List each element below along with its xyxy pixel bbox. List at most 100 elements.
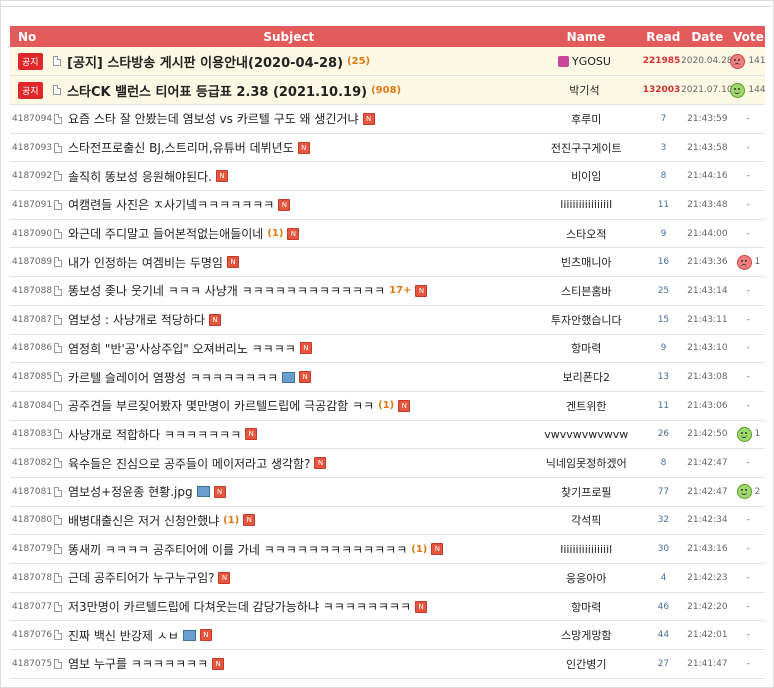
author-name[interactable]: 각석픽	[529, 512, 644, 528]
post-title[interactable]: 염보 누구를 ㅋㅋㅋㅋㅋㅋㅋ	[68, 655, 208, 672]
post-title[interactable]: 스타전프로출신 BJ,스트리머,유튜버 데뷔년도	[68, 139, 294, 156]
post-subject[interactable]: 진짜 백신 반강제 ㅅㅂ N	[50, 627, 529, 644]
post-row[interactable]: 4187077 저3만명이 카르텔드립에 다쳐웃는데 감당가능하냐 ㅋㅋㅋㅋㅋㅋㅋ…	[10, 593, 765, 622]
post-row[interactable]: 4187094 요즘 스타 잘 안봤는데 염보성 vs 카르텔 구도 왜 생긴거냐…	[10, 105, 765, 134]
post-subject[interactable]: 똥새끼 ㅋㅋㅋㅋ 공주티어에 이를 가네 ㅋㅋㅋㅋㅋㅋㅋㅋㅋㅋㅋㅋㅋ (1) N	[50, 541, 529, 558]
post-subject[interactable]: 요즘 스타 잘 안봤는데 염보성 vs 카르텔 구도 왜 생긴거냐 N	[50, 110, 529, 127]
comment-count[interactable]: (1)	[378, 400, 394, 411]
notice-subject[interactable]: [공지] 스타방송 게시판 이용안내(2020-04-28) (25)	[49, 52, 527, 71]
post-title[interactable]: 염보성+정윤종 현황.jpg	[68, 483, 193, 500]
post-row[interactable]: 4187076 진짜 백신 반강제 ㅅㅂ N 스망게망함 44 21:42:01 -	[10, 621, 765, 651]
post-title[interactable]: 똥보성 좆나 웃기네 ㅋㅋㅋ 사냥개 ㅋㅋㅋㅋㅋㅋㅋㅋㅋㅋㅋㅋㅋ	[68, 282, 385, 299]
post-row[interactable]: 4187089 내가 인정하는 여겜비는 두명임 N 빈츠매니아 16 21:43:36 1	[10, 248, 765, 278]
comment-count[interactable]: 17+	[389, 285, 411, 296]
author-name[interactable]: 응응아아	[529, 570, 644, 586]
author-name[interactable]: YGOSU	[527, 55, 642, 68]
post-row[interactable]: 4187084 공주견들 부르짖어봤자 몇만명이 카르텔드립에 극공감함 ㅋㅋ (1…	[10, 392, 765, 421]
header-no[interactable]: No	[10, 30, 49, 44]
author-name[interactable]: liiiiiiiiiiiiiiil	[529, 543, 644, 556]
post-subject[interactable]: 사냥개로 적합하다 ㅋㅋㅋㅋㅋㅋㅋ N	[50, 426, 529, 443]
author-name[interactable]: 겐트위한	[529, 398, 644, 414]
post-subject[interactable]: 배병대출신은 저거 신청안했냐 (1) N	[50, 512, 529, 529]
notice-title[interactable]: 스타CK 밸런스 티어표 등급표 2.38 (2021.10.19)	[67, 81, 367, 100]
post-title[interactable]: 여캠련들 사진은 ㅈ사기넼ㅋㅋㅋㅋㅋㅋㅋ	[68, 196, 274, 213]
comment-count[interactable]: (25)	[347, 56, 370, 67]
author-name[interactable]: 박기석	[527, 82, 642, 98]
post-title[interactable]: 내가 인정하는 여겜비는 두명임	[68, 254, 223, 271]
author-name[interactable]: 빈츠매니아	[529, 254, 644, 270]
post-title[interactable]: 근데 공주티어가 누구누구임?	[68, 569, 214, 586]
post-row[interactable]: 4187087 염보성 : 사냥개로 적당하다 N 투자안했습니다 15 21:43:11…	[10, 306, 765, 335]
post-title[interactable]: 와근데 주디말고 들어본적없는애들이네	[68, 225, 263, 242]
post-row[interactable]: 4187080 배병대출신은 저거 신청안했냐 (1) N 각석픽 32 21:42:34 -	[10, 507, 765, 536]
author-name[interactable]: 인간병기	[529, 656, 644, 672]
author-name[interactable]: 스타오적	[529, 226, 644, 242]
comment-count[interactable]: (1)	[267, 228, 283, 239]
post-row[interactable]: 4187092 솔직히 똥보성 응원해야된다. N 비이임 8 21:44:16-	[10, 162, 765, 192]
post-row[interactable]: 4187083 사냥개로 적합하다 ㅋㅋㅋㅋㅋㅋㅋ Nvwvvwvwvwvw 26 21…	[10, 421, 765, 450]
post-row[interactable]: 4187090 와근데 주디말고 들어본적없는애들이네 (1) N 스타오적 9 21:44…	[10, 220, 765, 249]
author-name[interactable]: 찾기프로필	[529, 484, 644, 500]
post-row[interactable]: 4187078 근데 공주티어가 누구누구임? N 응응아아 4 21:42:23 -	[10, 564, 765, 593]
post-row[interactable]: 4187079 똥새끼 ㅋㅋㅋㅋ 공주티어에 이를 가네 ㅋㅋㅋㅋㅋㅋㅋㅋㅋㅋㅋㅋ…	[10, 535, 765, 564]
author-name[interactable]: 스티븐홈바	[529, 283, 644, 299]
post-subject[interactable]: 공주견들 부르짖어봤자 몇만명이 카르텔드립에 극공감함 ㅋㅋ (1) N	[50, 397, 529, 414]
post-subject[interactable]: 솔직히 똥보성 응원해야된다. N	[50, 168, 529, 185]
post-row[interactable]: 4187081 염보성+정윤종 현황.jpg N 찾기프로필 77 21:42:47 2	[10, 478, 765, 507]
post-title[interactable]: 배병대출신은 저거 신청안했냐	[68, 512, 219, 529]
post-subject[interactable]: 스타전프로출신 BJ,스트리머,유튜버 데뷔년도 N	[50, 139, 529, 156]
post-row[interactable]: 4187088 똥보성 좆나 웃기네 ㅋㅋㅋ 사냥개 ㅋㅋㅋㅋㅋㅋㅋㅋㅋㅋㅋㅋㅋ 1…	[10, 277, 765, 306]
author-name[interactable]: 항마력	[529, 340, 644, 356]
author-name[interactable]: 보리폰다2	[529, 369, 644, 385]
post-row[interactable]: 4187075 염보 누구를 ㅋㅋㅋㅋㅋㅋㅋ N 인간병기 27 21:41:47 -	[10, 650, 765, 679]
post-title[interactable]: 솔직히 똥보성 응원해야된다.	[68, 168, 212, 185]
header-vote[interactable]: Vote	[732, 30, 765, 44]
author-name-text[interactable]: 박기석	[569, 82, 599, 98]
post-title[interactable]: 요즘 스타 잘 안봤는데 염보성 vs 카르텔 구도 왜 생긴거냐	[68, 110, 359, 127]
comment-count[interactable]: (1)	[411, 544, 427, 555]
post-title[interactable]: 염정희 "반'공'사상주입" 오져버리노 ㅋㅋㅋㅋ	[68, 340, 296, 357]
post-title[interactable]: 진짜 백신 반강제 ㅅㅂ	[68, 627, 179, 644]
post-subject[interactable]: 여캠련들 사진은 ㅈ사기넼ㅋㅋㅋㅋㅋㅋㅋ N	[50, 196, 529, 213]
notice-row[interactable]: 공지 [공지] 스타방송 게시판 이용안내(2020-04-28) (25) YGOS…	[10, 47, 766, 76]
notice-row[interactable]: 공지 스타CK 밸런스 티어표 등급표 2.38 (2021.10.19) (908…	[10, 76, 766, 105]
post-subject[interactable]: 염보 누구를 ㅋㅋㅋㅋㅋㅋㅋ N	[50, 655, 529, 672]
author-name[interactable]: 후루미	[529, 111, 644, 127]
post-title[interactable]: 똥새끼 ㅋㅋㅋㅋ 공주티어에 이를 가네 ㅋㅋㅋㅋㅋㅋㅋㅋㅋㅋㅋㅋㅋ	[68, 541, 407, 558]
author-name[interactable]: 닉네임못정하겠어	[529, 455, 644, 471]
post-subject[interactable]: 카르텔 슬레이어 염짱성 ㅋㅋㅋㅋㅋㅋㅋㅋ N	[50, 369, 529, 386]
post-row[interactable]: 4187093 스타전프로출신 BJ,스트리머,유튜버 데뷔년도 N 전진구구게이트 3…	[10, 134, 765, 163]
comment-count[interactable]: (1)	[223, 515, 239, 526]
post-subject[interactable]: 똥보성 좆나 웃기네 ㅋㅋㅋ 사냥개 ㅋㅋㅋㅋㅋㅋㅋㅋㅋㅋㅋㅋㅋ 17+ N	[50, 282, 529, 299]
post-title[interactable]: 육수들은 진심으로 공주들이 메이저라고 생각함?	[68, 455, 310, 472]
post-title[interactable]: 저3만명이 카르텔드립에 다쳐웃는데 감당가능하냐 ㅋㅋㅋㅋㅋㅋㅋㅋ	[68, 598, 411, 615]
post-row[interactable]: 4187085 카르텔 슬레이어 염짱성 ㅋㅋㅋㅋㅋㅋㅋㅋ N 보리폰다2 13 21:4…	[10, 363, 765, 392]
author-name[interactable]: 항마력	[529, 599, 644, 615]
post-title[interactable]: 공주견들 부르짖어봤자 몇만명이 카르텔드립에 극공감함 ㅋㅋ	[68, 397, 374, 414]
post-subject[interactable]: 와근데 주디말고 들어본적없는애들이네 (1) N	[50, 225, 529, 242]
author-name[interactable]: liiiiiiiiiiiiiiil	[529, 198, 644, 211]
post-title[interactable]: 카르텔 슬레이어 염짱성 ㅋㅋㅋㅋㅋㅋㅋㅋ	[68, 369, 278, 386]
post-subject[interactable]: 내가 인정하는 여겜비는 두명임 N	[50, 254, 529, 271]
header-date[interactable]: Date	[683, 30, 732, 44]
author-name[interactable]: 전진구구게이트	[529, 140, 644, 156]
post-subject[interactable]: 근데 공주티어가 누구누구임? N	[50, 569, 529, 586]
notice-subject[interactable]: 스타CK 밸런스 티어표 등급표 2.38 (2021.10.19) (908)	[49, 81, 527, 100]
post-subject[interactable]: 육수들은 진심으로 공주들이 메이저라고 생각함? N	[50, 455, 529, 472]
header-read[interactable]: Read	[644, 30, 683, 44]
post-subject[interactable]: 염정희 "반'공'사상주입" 오져버리노 ㅋㅋㅋㅋ N	[50, 340, 529, 357]
post-row[interactable]: 4187086 염정희 "반'공'사상주입" 오져버리노 ㅋㅋㅋㅋ N 항마력 9 21:…	[10, 335, 765, 364]
post-row[interactable]: 4187091 여캠련들 사진은 ㅈ사기넼ㅋㅋㅋㅋㅋㅋㅋ Nliiiiiiiiiii…	[10, 191, 765, 220]
post-subject[interactable]: 염보성 : 사냥개로 적당하다 N	[50, 311, 529, 328]
post-row[interactable]: 4187082 육수들은 진심으로 공주들이 메이저라고 생각함? N 닉네임못정하겠…	[10, 449, 765, 478]
post-subject[interactable]: 저3만명이 카르텔드립에 다쳐웃는데 감당가능하냐 ㅋㅋㅋㅋㅋㅋㅋㅋ N	[50, 598, 529, 615]
author-name-text[interactable]: YGOSU	[572, 55, 611, 68]
author-name[interactable]: 비이임	[529, 168, 644, 184]
post-title[interactable]: 염보성 : 사냥개로 적당하다	[68, 311, 205, 328]
author-name[interactable]: 스망게망함	[529, 627, 644, 643]
comment-count[interactable]: (908)	[371, 85, 401, 96]
post-title[interactable]: 사냥개로 적합하다 ㅋㅋㅋㅋㅋㅋㅋ	[68, 426, 241, 443]
notice-title[interactable]: [공지] 스타방송 게시판 이용안내(2020-04-28)	[67, 52, 343, 71]
author-name[interactable]: vwvvwvwvwvw	[529, 428, 644, 441]
post-subject[interactable]: 염보성+정윤종 현황.jpg N	[50, 483, 529, 500]
